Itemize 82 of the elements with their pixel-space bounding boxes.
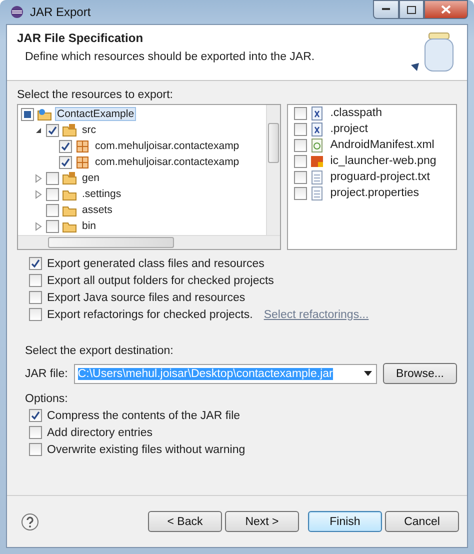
tree-item[interactable]: assets xyxy=(80,203,114,217)
package-icon xyxy=(75,138,90,154)
checkbox[interactable] xyxy=(29,291,42,304)
dropdown-arrow-icon[interactable] xyxy=(364,371,372,376)
option-label: Export generated class files and resources xyxy=(47,258,264,270)
minimize-button[interactable] xyxy=(373,0,399,19)
file-icon xyxy=(310,122,326,136)
wizard-button[interactable]: Finish xyxy=(308,511,382,532)
package-icon xyxy=(75,154,90,170)
checkbox[interactable] xyxy=(294,122,308,136)
checkbox[interactable] xyxy=(294,138,308,152)
maximize-icon xyxy=(407,6,416,14)
option-label: Export refactorings for checked projects. xyxy=(47,308,253,320)
checkbox[interactable] xyxy=(294,154,308,168)
option-label: Add directory entries xyxy=(47,426,152,438)
checkbox[interactable] xyxy=(21,108,34,120)
folder-icon xyxy=(62,170,77,186)
checkbox[interactable] xyxy=(29,426,42,439)
collapse-arrow-icon[interactable] xyxy=(34,126,43,134)
expand-arrow-icon[interactable] xyxy=(34,174,43,182)
checkbox[interactable] xyxy=(294,106,308,120)
checkbox[interactable] xyxy=(59,156,72,168)
checkbox[interactable] xyxy=(29,443,42,456)
file-item[interactable]: .project xyxy=(328,122,370,136)
folder-icon xyxy=(62,122,77,138)
file-item[interactable]: project.properties xyxy=(328,186,422,200)
tree-item[interactable]: .settings xyxy=(80,187,124,201)
checkbox[interactable] xyxy=(294,186,308,200)
checkbox[interactable] xyxy=(46,220,59,232)
page-title: JAR File Specification xyxy=(17,31,144,45)
file-icon xyxy=(310,138,326,152)
file-icon xyxy=(310,106,326,120)
checkbox[interactable] xyxy=(29,274,42,287)
file-item[interactable]: ic_launcher-web.png xyxy=(328,154,438,168)
window-title: JAR Export xyxy=(30,5,91,19)
field-label: JAR file: xyxy=(25,368,68,380)
select-refactorings-link[interactable]: Select refactorings... xyxy=(264,308,369,320)
checkbox[interactable] xyxy=(29,308,42,321)
close-icon xyxy=(441,5,451,14)
tree-item[interactable]: gen xyxy=(80,171,102,185)
section-label: Select the export destination: xyxy=(25,345,174,357)
help-icon[interactable] xyxy=(21,512,39,530)
checkbox[interactable] xyxy=(59,140,72,152)
option-label: Export Java source files and resources xyxy=(47,292,246,304)
file-icon xyxy=(310,170,326,184)
browse-button[interactable]: Browse... xyxy=(383,363,457,384)
tree-item[interactable]: bin xyxy=(80,219,98,233)
tree-item[interactable]: com.mehuljoisar.contactexamp xyxy=(93,139,242,153)
wizard-button[interactable]: < Back xyxy=(148,511,222,532)
checkbox[interactable] xyxy=(294,170,308,184)
expand-arrow-icon[interactable] xyxy=(34,222,43,230)
checkbox[interactable] xyxy=(46,204,59,216)
option-label: Compress the contents of the JAR file xyxy=(47,410,240,422)
horizontal-scrollbar[interactable] xyxy=(18,235,280,249)
checkbox[interactable] xyxy=(29,409,42,422)
app-icon xyxy=(10,5,24,19)
checkbox[interactable] xyxy=(46,188,59,200)
tree-item[interactable]: src xyxy=(80,123,98,137)
file-icon xyxy=(310,186,326,200)
image-file-icon xyxy=(310,154,326,168)
maximize-button[interactable] xyxy=(399,0,424,19)
section-label: Select the resources to export: xyxy=(17,89,174,101)
wizard-button[interactable]: Cancel xyxy=(385,511,459,532)
checkbox[interactable] xyxy=(46,172,59,184)
file-item[interactable]: .classpath xyxy=(328,106,384,120)
tree-item[interactable]: com.mehuljoisar.contactexamp xyxy=(93,155,242,169)
wizard-button[interactable]: Next > xyxy=(225,511,299,532)
file-item[interactable]: AndroidManifest.xml xyxy=(328,138,436,152)
field-value: C:\Users\mehul.joisar\Desktop\contactexample.jar xyxy=(78,368,333,380)
option-label: Export all output folders for checked projects xyxy=(47,274,274,286)
vertical-scrollbar[interactable] xyxy=(266,105,280,235)
checkbox[interactable] xyxy=(29,257,42,270)
checkbox[interactable] xyxy=(46,124,59,136)
expand-arrow-icon[interactable] xyxy=(34,190,43,198)
section-label: Options: xyxy=(25,393,69,405)
option-label: Overwrite existing files without warning xyxy=(47,444,246,456)
tree-item[interactable]: ContactExample xyxy=(55,107,136,121)
file-item[interactable]: proguard-project.txt xyxy=(328,170,432,184)
minimize-icon xyxy=(382,8,390,11)
page-description: Define which resources should be exported into the JAR. xyxy=(25,51,316,63)
folder-icon xyxy=(37,106,52,122)
close-button[interactable] xyxy=(424,0,468,19)
